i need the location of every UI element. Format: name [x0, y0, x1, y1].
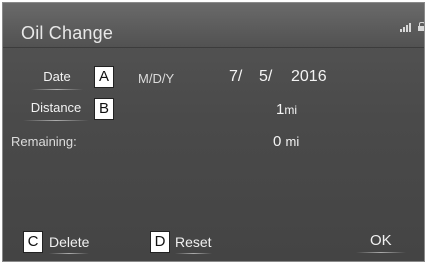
date-button-underline [31, 89, 83, 90]
distance-button[interactable]: Distance [19, 100, 93, 121]
remaining-number: 0 [273, 133, 282, 150]
distance-value: 1mi [276, 101, 297, 118]
date-button[interactable]: Date [27, 69, 87, 90]
remaining-unit: mi [285, 134, 300, 149]
remaining-value: 0 mi [273, 133, 299, 150]
callout-b: B [94, 98, 114, 120]
ok-button-label: OK [370, 232, 392, 249]
page-title: Oil Change [21, 23, 114, 43]
lock-icon [418, 22, 424, 32]
reset-button-label: Reset [175, 234, 212, 250]
distance-button-underline [23, 120, 89, 121]
callout-c: C [23, 231, 43, 253]
ok-button-underline [356, 252, 406, 253]
date-format-label: M/D/Y [138, 71, 175, 86]
date-button-label: Date [43, 69, 71, 84]
oil-change-screen: Oil Change Date A M/D/Y 7/ 5/ 2016 Dista… [2, 2, 425, 262]
callout-a: A [94, 66, 114, 88]
callout-d: D [150, 231, 170, 253]
distance-unit: mi [284, 103, 298, 117]
date-year: 2016 [291, 68, 327, 85]
reset-button-underline [175, 253, 212, 254]
header-bar: Oil Change [3, 3, 424, 48]
remaining-label: Remaining: [11, 134, 77, 149]
signal-icon [400, 23, 414, 32]
delete-button-label: Delete [49, 234, 90, 250]
distance-button-label: Distance [30, 100, 82, 115]
delete-button[interactable]: Delete [49, 234, 90, 254]
delete-button-underline [49, 253, 90, 254]
ok-button[interactable]: OK [356, 232, 406, 253]
date-day: 5/ [259, 68, 273, 85]
date-month: 7/ [229, 68, 243, 85]
reset-button[interactable]: Reset [175, 234, 212, 254]
